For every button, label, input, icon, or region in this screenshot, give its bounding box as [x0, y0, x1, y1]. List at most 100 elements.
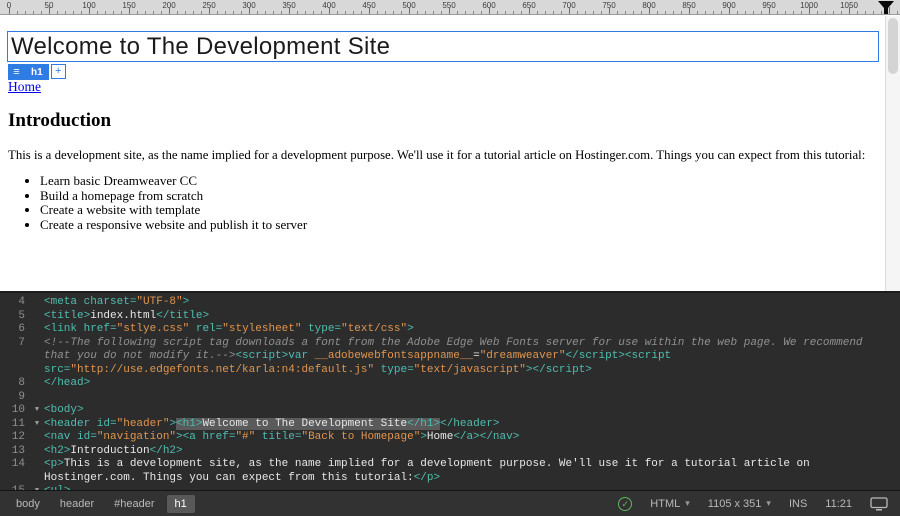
line-number: 13 [0, 445, 30, 459]
line-number: 5 [0, 310, 30, 324]
viewport-size-dropdown[interactable]: 1105 x 351 ▾ [708, 498, 771, 510]
code-line[interactable]: 11▼<header id="header"><h1>Welcome to Th… [0, 418, 900, 432]
element-menu-button[interactable]: ≡ [8, 64, 25, 80]
code-segment: </title> [156, 310, 209, 322]
tag-selector-h1[interactable]: h1 [167, 495, 195, 513]
lint-ok-icon[interactable]: ✓ [618, 497, 632, 511]
code-line[interactable]: 6<link href="stlye.css" rel="stylesheet"… [0, 323, 900, 337]
code-segment: </head> [44, 377, 90, 389]
code-segment: __adobewebfontsappname__ [315, 350, 473, 362]
status-bar: bodyheader#header h1 ✓ HTML ▾ 1105 x 351 … [0, 490, 900, 516]
tag-selector-header[interactable]: #header [106, 495, 162, 513]
fold-spacer [30, 377, 44, 391]
code-lines: 4<meta charset="UTF-8">5 <title>index.htm… [0, 296, 900, 490]
code-text: <nav id="navigation"><a href="#" title="… [44, 431, 900, 445]
code-text: <title>index.html</title> [44, 310, 900, 324]
tag-selector-bar: bodyheader#header h1 [0, 495, 195, 513]
code-segment: <header id= [44, 418, 117, 430]
code-segment: rel= [189, 323, 222, 335]
element-tag-badge[interactable]: h1 [25, 64, 49, 80]
ruler-label: 850 [682, 1, 695, 10]
code-segment: </script> [533, 364, 592, 376]
code-line[interactable]: 5 <title>index.html</title> [0, 310, 900, 324]
design-view[interactable]: Welcome to The Development Site ≡ h1 + H… [0, 16, 900, 291]
code-segment: "stlye.css" [117, 323, 190, 335]
ruler-marker-icon [877, 0, 895, 15]
scrollbar-thumb[interactable] [888, 18, 898, 74]
code-segment: > [420, 431, 427, 443]
code-segment: <p> [44, 458, 64, 470]
dreamweaver-window: 0501001502002503003504004505005506006507… [0, 0, 900, 516]
device-preview-icon[interactable] [870, 497, 888, 511]
ruler-label: 350 [282, 1, 295, 10]
code-segment: index.html [90, 310, 156, 322]
code-line[interactable]: 13<h2>Introduction</h2> [0, 445, 900, 459]
code-segment: "stylesheet" [222, 323, 301, 335]
code-segment: type= [374, 364, 414, 376]
check-icon: ✓ [622, 499, 630, 509]
doc-type-dropdown[interactable]: HTML ▾ [650, 498, 689, 510]
intro-paragraph[interactable]: This is a development site, as the name … [8, 148, 898, 163]
code-segment: title= [255, 431, 301, 443]
insert-mode-indicator[interactable]: INS [789, 498, 807, 510]
fold-spacer [30, 391, 44, 405]
ruler-label: 800 [642, 1, 655, 10]
tag-selector-header[interactable]: header [52, 495, 102, 513]
bullet-item[interactable]: Create a responsive website and publish … [40, 218, 307, 233]
doc-type-label: HTML [650, 498, 680, 510]
code-segment: "text/javascript" [414, 364, 526, 376]
code-view[interactable]: 4<meta charset="UTF-8">5 <title>index.htm… [0, 291, 900, 490]
line-number: 10 [0, 404, 30, 418]
tag-selector-body[interactable]: body [8, 495, 48, 513]
design-scrollbar[interactable] [885, 16, 900, 291]
code-segment: <nav id= [44, 431, 97, 443]
ruler-label: 500 [402, 1, 415, 10]
fold-arrow-icon[interactable]: ▼ [30, 404, 44, 418]
bullet-item[interactable]: Create a website with template [40, 203, 307, 218]
code-line[interactable]: 8</head> [0, 377, 900, 391]
code-segment: > [183, 296, 190, 308]
plus-icon: + [55, 65, 61, 77]
ruler-label: 550 [442, 1, 455, 10]
ruler-label: 250 [202, 1, 215, 10]
line-number: 6 [0, 323, 30, 337]
element-display-hud: ≡ h1 + [8, 64, 66, 80]
fold-spacer [30, 445, 44, 459]
code-segment: </p> [414, 472, 440, 484]
ruler-label: 200 [162, 1, 175, 10]
selected-h1-element[interactable]: Welcome to The Development Site [7, 31, 879, 62]
line-number: 4 [0, 296, 30, 310]
code-line[interactable]: 4<meta charset="UTF-8"> [0, 296, 900, 310]
code-segment: "#" [235, 431, 255, 443]
ruler-label: 300 [242, 1, 255, 10]
code-line[interactable]: 12<nav id="navigation"><a href="#" title… [0, 431, 900, 445]
code-line[interactable]: 7<!--The following script tag downloads … [0, 337, 900, 378]
code-line[interactable]: 14<p>This is a development site, as the … [0, 458, 900, 485]
line-number: 7 [0, 337, 30, 378]
code-text: <header id="header"><h1>Welcome to The D… [44, 418, 900, 432]
code-text: <body> [44, 404, 900, 418]
line-number: 14 [0, 458, 30, 485]
introduction-heading[interactable]: Introduction [8, 110, 111, 132]
code-line[interactable]: 10▼<body> [0, 404, 900, 418]
code-segment: <h1> [176, 418, 202, 430]
bullet-item[interactable]: Learn basic Dreamweaver CC [40, 174, 307, 189]
code-text [44, 391, 900, 405]
code-segment: > [407, 323, 414, 335]
home-link[interactable]: Home [8, 79, 41, 95]
ruler-label: 1000 [800, 1, 818, 10]
fold-arrow-icon[interactable]: ▼ [30, 418, 44, 432]
fold-spacer [30, 431, 44, 445]
code-segment: "header" [117, 418, 170, 430]
ruler-label: 100 [82, 1, 95, 10]
fold-spacer [30, 310, 44, 324]
fold-spacer [30, 323, 44, 337]
code-line[interactable]: 9 [0, 391, 900, 405]
code-segment: </h2> [150, 445, 183, 457]
ruler-label: 750 [602, 1, 615, 10]
add-element-button[interactable]: + [51, 64, 66, 79]
bullet-item[interactable]: Build a homepage from scratch [40, 189, 307, 204]
code-segment: "dreamweaver" [480, 350, 566, 362]
code-segment: var [288, 350, 314, 362]
code-segment: <body> [44, 404, 84, 416]
